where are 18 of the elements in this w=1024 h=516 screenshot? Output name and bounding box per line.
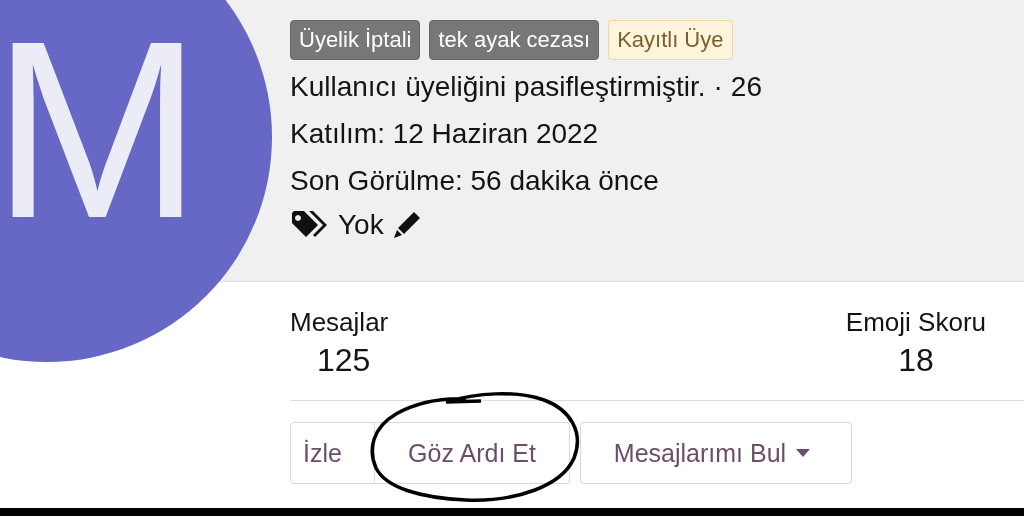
stat-value: 125 (317, 341, 371, 380)
user-banner: tek ayak cezası (429, 20, 600, 60)
user-banner: Kayıtlı Üye (608, 20, 733, 60)
stat-value: 18 (898, 341, 934, 380)
tags-value: Yok (338, 208, 384, 242)
action-button[interactable]: İzle (290, 422, 375, 484)
pencil-icon[interactable] (391, 210, 422, 240)
user-banner: Üyelik İptali (290, 20, 421, 60)
dropdown-button[interactable]: Mesajlarımı Bul (580, 422, 852, 484)
stat-label: Mesajlar (290, 306, 389, 338)
age-text: 26 (730, 70, 762, 104)
action-button[interactable]: Göz Ardı Et (375, 422, 570, 484)
status-text: Kullanıcı üyeliğini pasifleştirmiştir. (290, 70, 706, 104)
stat-label: Emoji Skoru (845, 306, 986, 338)
joined-date: Katılım: 12 Haziran 2022 (290, 117, 599, 151)
last-seen: Son Görülme: 56 dakika önce (290, 164, 659, 198)
separator-dot: · (713, 70, 723, 104)
avatar-letter: M (0, 4, 202, 256)
